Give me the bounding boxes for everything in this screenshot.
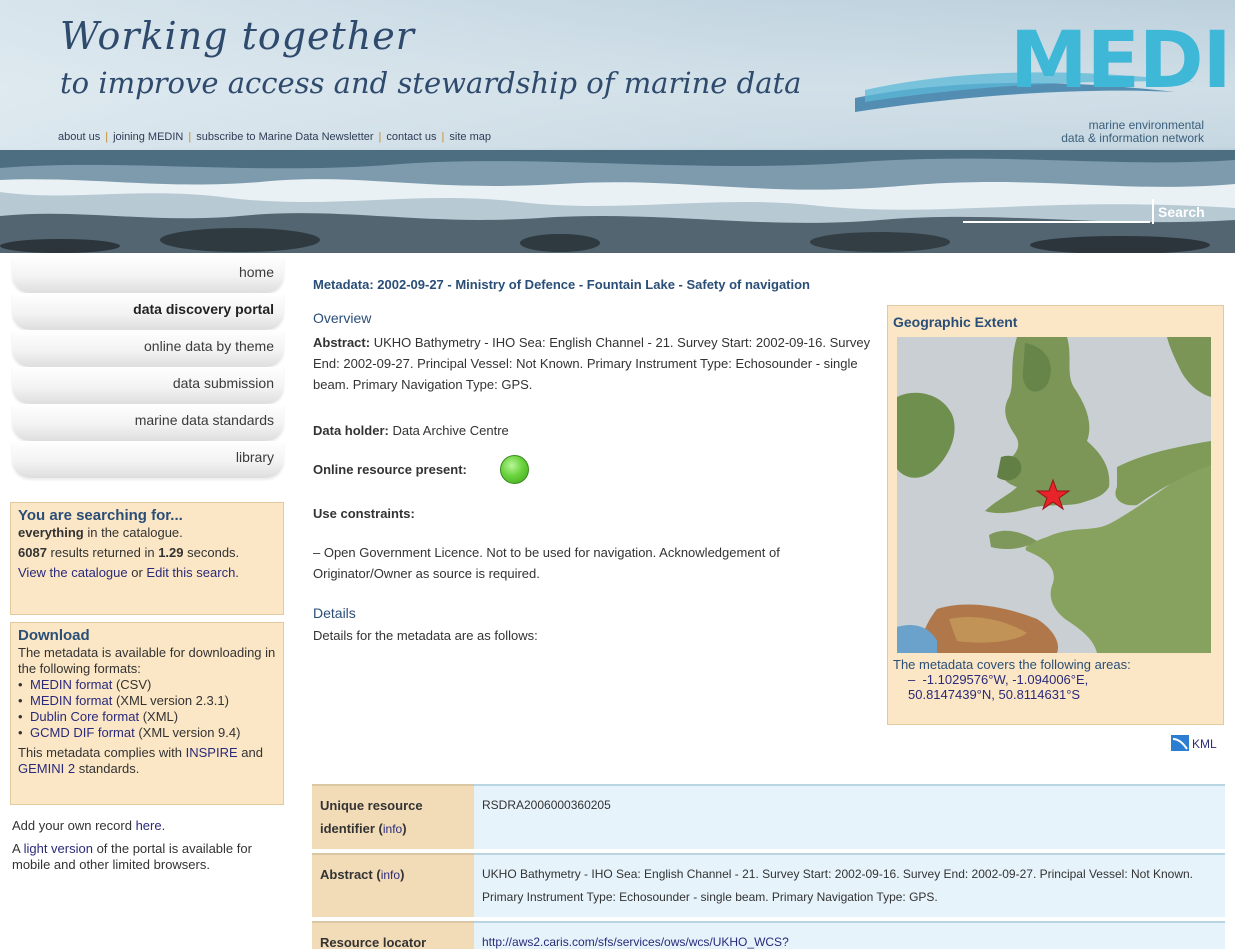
details-intro: Details for the metadata are as follows: xyxy=(313,628,538,643)
table-row: Resource locator http://aws2.caris.com/s… xyxy=(312,921,1225,949)
online-status-icon xyxy=(500,455,529,484)
add-record-link[interactable]: here xyxy=(136,818,162,833)
info-link[interactable]: info xyxy=(381,868,400,882)
info-link[interactable]: info xyxy=(383,822,402,836)
table-row: Unique resource identifier (info) RSDRA2… xyxy=(312,784,1225,849)
gemini-link[interactable]: GEMINI 2 xyxy=(18,761,75,776)
nav-data-submission[interactable]: data submission xyxy=(12,367,284,404)
joining-medin-link[interactable]: joining MEDIN xyxy=(113,131,183,143)
details-heading: Details xyxy=(313,605,356,621)
add-record-note: Add your own record here. xyxy=(12,818,166,833)
europe-map-image xyxy=(897,337,1211,653)
list-item: MEDIN format (XML version 2.3.1) xyxy=(18,693,276,709)
download-title: Download xyxy=(18,627,90,644)
result-count: 6087 xyxy=(18,545,47,560)
nav-data-discovery-portal[interactable]: data discovery portal xyxy=(12,293,284,330)
contact-us-link[interactable]: contact us xyxy=(386,131,436,143)
tagline-line-1: Working together xyxy=(60,14,415,58)
list-item: MEDIN format (CSV) xyxy=(18,677,276,693)
table-row: Abstract (info) UKHO Bathymetry - IHO Se… xyxy=(312,853,1225,917)
nav-marine-data-standards[interactable]: marine data standards xyxy=(12,404,284,441)
data-holder: Data holder: Data Archive Centre xyxy=(313,423,509,438)
table-value: http://aws2.caris.com/sfs/services/ows/w… xyxy=(474,921,1225,949)
extent-map[interactable] xyxy=(897,337,1211,653)
logo-subtitle-1: marine environmental xyxy=(1088,118,1204,132)
search-term: everything xyxy=(18,525,84,540)
inspire-link[interactable]: INSPIRE xyxy=(186,745,238,760)
search-divider xyxy=(1152,199,1154,224)
resource-locator-link[interactable]: http://aws2.caris.com/sfs/services/ows/w… xyxy=(482,935,789,949)
logo-subtitle-2: data & information network xyxy=(1061,131,1204,145)
table-value: UKHO Bathymetry - IHO Sea: English Chann… xyxy=(474,853,1225,917)
list-item: Dublin Core format (XML) xyxy=(18,709,276,725)
geographic-extent-title: Geographic Extent xyxy=(893,314,1018,330)
download-format-list: MEDIN format (CSV) MEDIN format (XML ver… xyxy=(18,677,276,741)
newsletter-link[interactable]: subscribe to Marine Data Newsletter xyxy=(196,131,373,143)
coordinates-link[interactable]: -1.1029576°W, -1.094006°E, 50.8147439°N, … xyxy=(908,672,1088,702)
geo-caption: The metadata covers the following areas: xyxy=(893,657,1131,672)
view-catalogue-link[interactable]: View the catalogue xyxy=(18,565,128,580)
gcmd-dif-link[interactable]: GCMD DIF format xyxy=(30,725,135,740)
kml-icon[interactable] xyxy=(1171,735,1189,751)
search-button[interactable]: Search xyxy=(1156,201,1207,223)
search-summary-box: You are searching for... everything in t… xyxy=(10,502,284,615)
search-time: 1.29 xyxy=(158,545,184,560)
light-version-note: A light version of the portal is availab… xyxy=(12,841,252,872)
tagline-line-2: to improve access and stewardship of mar… xyxy=(60,66,802,100)
geo-coordinates: – -1.1029576°W, -1.094006°E, 50.8147439°N… xyxy=(908,672,1089,702)
list-item: GCMD DIF format (XML version 9.4) xyxy=(18,725,276,741)
kml-link[interactable]: KML xyxy=(1192,737,1217,751)
page-title: Metadata: 2002-09-27 - Ministry of Defen… xyxy=(313,277,810,292)
nav-online-data-by-theme[interactable]: online data by theme xyxy=(12,330,284,367)
overview-heading: Overview xyxy=(313,310,372,326)
medin-logo-text: MEDIN xyxy=(1010,16,1235,106)
edit-search-link[interactable]: Edit this search xyxy=(146,565,235,580)
site-map-link[interactable]: site map xyxy=(449,131,491,143)
table-value: RSDRA2006000360205 xyxy=(474,784,1225,849)
site-header: Working together to improve access and s… xyxy=(0,0,1235,253)
download-intro: The metadata is available for downloadin… xyxy=(18,645,276,676)
abstract-summary: Abstract: UKHO Bathymetry - IHO Sea: Eng… xyxy=(313,335,871,392)
table-key: Unique resource identifier (info) xyxy=(312,784,474,849)
use-constraints-text: – Open Government Licence. Not to be use… xyxy=(313,545,780,581)
top-links: about us | joining MEDIN | subscribe to Mari… xyxy=(58,131,491,143)
nav-library[interactable]: library xyxy=(12,441,284,478)
geographic-extent-box: Geographic Extent The metadata covers th… xyxy=(887,305,1224,725)
dublin-core-link[interactable]: Dublin Core format xyxy=(30,709,139,724)
details-table: Unique resource identifier (info) RSDRA2… xyxy=(312,784,1225,949)
nav-home[interactable]: home xyxy=(12,256,284,293)
table-key: Resource locator xyxy=(312,921,474,949)
search-input[interactable] xyxy=(963,199,1150,223)
table-key: Abstract (info) xyxy=(312,853,474,917)
left-navigation: home data discovery portal online data b… xyxy=(12,256,284,478)
about-us-link[interactable]: about us xyxy=(58,131,100,143)
use-constraints-label: Use constraints: xyxy=(313,506,415,521)
search-summary-title: You are searching for... xyxy=(18,507,183,524)
light-version-link[interactable]: light version xyxy=(24,841,93,856)
download-box: Download The metadata is available for d… xyxy=(10,622,284,805)
medin-csv-link[interactable]: MEDIN format xyxy=(30,677,112,692)
medin-xml-link[interactable]: MEDIN format xyxy=(30,693,112,708)
online-resource-label: Online resource present: xyxy=(313,462,467,477)
